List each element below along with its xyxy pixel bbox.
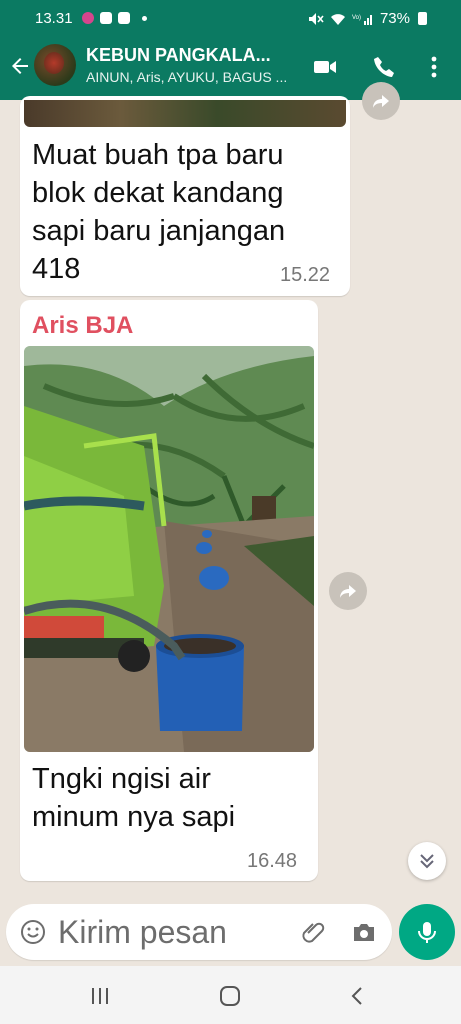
gallery-notification-icon <box>100 12 112 24</box>
message-bubble[interactable]: Muat buah tpa baru blok dekat kandang sa… <box>20 96 350 296</box>
palm-plantation-photo <box>24 346 314 752</box>
message-line: Tngki ngisi air <box>32 763 211 795</box>
video-call-icon[interactable] <box>312 54 338 80</box>
home-icon[interactable] <box>218 984 242 1008</box>
sender-name[interactable]: Aris BJA <box>32 312 133 340</box>
mic-icon <box>418 922 436 943</box>
message-time: 15.22 <box>280 264 331 286</box>
chat-participants[interactable]: AINUN, Aris, AYUKU, BAGUS ... <box>86 69 296 85</box>
camera-icon[interactable] <box>351 919 377 945</box>
mute-icon <box>308 12 324 25</box>
message-line: 418 <box>32 253 81 285</box>
more-vert-icon[interactable] <box>421 54 447 80</box>
message-bubble[interactable]: Aris BJA Tngki ngisi air minum nya sapi … <box>20 300 318 881</box>
message-input[interactable]: Kirim pesan <box>58 914 227 951</box>
message-line: Muat buah tpa baru <box>32 139 284 171</box>
message-line: sapi baru janjangan <box>32 215 286 247</box>
chat-title[interactable]: KEBUN PANGKALA... <box>86 45 296 66</box>
paperclip-icon[interactable] <box>300 919 326 945</box>
news-notification-icon <box>118 12 130 24</box>
status-right: Vo) 73% <box>308 10 427 27</box>
message-photo-thumbnail[interactable] <box>24 100 346 127</box>
message-photo[interactable] <box>24 346 314 752</box>
svg-text:Vo): Vo) <box>352 15 361 21</box>
recent-apps-icon[interactable] <box>88 984 112 1008</box>
emoji-icon[interactable] <box>20 919 46 945</box>
system-nav-bar <box>0 966 461 1024</box>
signal-icon: Vo) <box>352 14 372 25</box>
message-line: minum nya sapi <box>32 801 236 833</box>
chevron-double-down-icon[interactable] <box>408 842 446 880</box>
message-text: Tngki ngisi air minum nya sapi <box>32 760 235 836</box>
mic-button[interactable] <box>399 904 455 960</box>
forward-icon[interactable] <box>362 82 400 120</box>
notification-icons <box>82 12 147 24</box>
message-input-bar[interactable]: Kirim pesan <box>6 904 392 960</box>
battery-icon <box>418 12 427 25</box>
wifi-icon <box>330 13 345 25</box>
app-notification-icon <box>82 12 94 24</box>
message-text: Muat buah tpa baru blok dekat kandang sa… <box>32 136 285 288</box>
phone-icon[interactable] <box>371 54 397 80</box>
status-time: 13.31 <box>35 10 73 27</box>
back-nav-icon[interactable] <box>346 984 370 1008</box>
arrow-left-icon[interactable] <box>8 54 32 78</box>
forward-icon[interactable] <box>329 572 367 610</box>
status-bar: 13.31 Vo) 73% <box>0 0 461 40</box>
message-time: 16.48 <box>247 850 298 872</box>
more-notifications-dot-icon <box>142 15 147 21</box>
message-line: blok dekat kandang <box>32 177 284 209</box>
group-avatar[interactable] <box>34 44 76 86</box>
battery-percent: 73% <box>379 10 410 27</box>
